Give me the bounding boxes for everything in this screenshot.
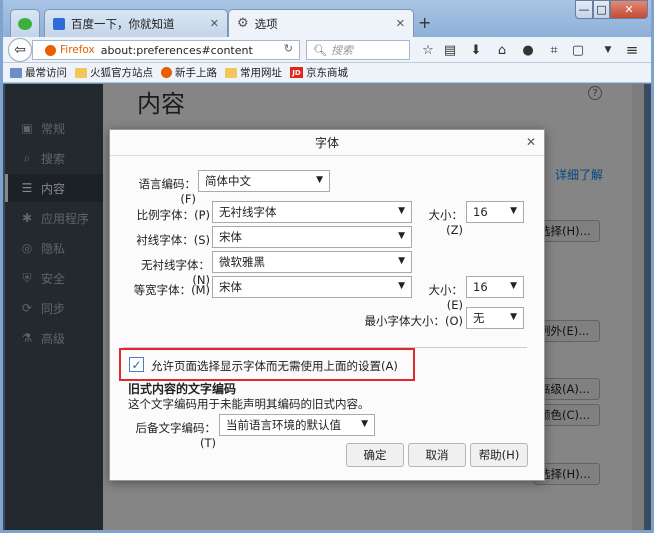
cancel-button[interactable]: 取消: [408, 443, 466, 467]
menu-icon[interactable]: ≡: [622, 40, 642, 60]
mono-value: 宋体: [219, 280, 242, 294]
encoding-select[interactable]: 简体中文 ▼: [198, 170, 330, 192]
size-value: 16: [473, 205, 488, 219]
bookmark-most-visited[interactable]: 最常访问: [10, 65, 67, 80]
folder-icon: [75, 67, 87, 78]
serif-label: 衬线字体：(S): [136, 233, 210, 247]
min-size-label: 最小字体大小：(O): [364, 314, 463, 328]
bookmark-star-icon[interactable]: ☆: [418, 40, 438, 60]
dropdown-arrow-icon: ▼: [398, 281, 405, 291]
dialog-title: 字体: [110, 130, 544, 156]
size-label-2: 大小：(E): [428, 283, 464, 312]
chat-icon[interactable]: ●: [518, 40, 538, 60]
bookmark-firefox-site[interactable]: 火狐官方站点: [75, 65, 153, 80]
bookmark-label: 最常访问: [25, 67, 67, 79]
folder-icon: [225, 67, 237, 78]
fallback-label: 后备文字编码：(T): [135, 421, 217, 450]
reload-icon[interactable]: ↻: [284, 42, 293, 55]
dropdown-arrow-icon: ▼: [361, 419, 368, 429]
search-placeholder: 搜索: [330, 44, 353, 57]
legacy-encoding-description: 这个文字编码用于未能声明其编码的旧式内容。: [128, 397, 370, 411]
fallback-value: 当前语言环境的默认值: [226, 418, 341, 432]
wechat-icon: [18, 17, 32, 30]
pinned-tab[interactable]: [10, 9, 40, 37]
close-window-button[interactable]: ✕: [610, 0, 648, 19]
dropdown-arrow-icon: ▼: [398, 231, 405, 241]
size-select[interactable]: 16 ▼: [466, 201, 524, 223]
tab-options[interactable]: ⚙ 选项 ✕: [228, 9, 414, 37]
search-icon: 🔍︎: [313, 43, 327, 57]
home-icon[interactable]: ⌂: [492, 40, 512, 60]
search-input[interactable]: 🔍︎ 搜索: [306, 40, 410, 60]
dropdown-arrow-icon: ▼: [510, 312, 517, 322]
dropdown-arrow-icon: ▼: [510, 206, 517, 216]
bookmark-common-sites[interactable]: 常用网址: [225, 65, 282, 80]
dropdown-icon[interactable]: ▼: [598, 40, 618, 60]
mono-select[interactable]: 宋体 ▼: [212, 276, 412, 298]
min-size-select[interactable]: 无 ▼: [466, 307, 524, 329]
allow-pages-label[interactable]: 允许页面选择显示字体而无需使用上面的设置(A): [151, 358, 398, 374]
dialog-title-text: 字体: [314, 136, 339, 150]
size-label: 大小：(Z): [428, 208, 464, 237]
bookmark-jd[interactable]: JD 京东商城: [290, 65, 348, 80]
bookmarks-icon: [10, 67, 22, 78]
allow-pages-checkbox[interactable]: ✓: [129, 357, 144, 372]
tab-close-icon[interactable]: ✕: [210, 17, 219, 30]
download-icon[interactable]: ⬇: [466, 40, 486, 60]
bookmark-getting-started[interactable]: 新手上路: [161, 65, 217, 80]
proportional-select[interactable]: 无衬线字体 ▼: [212, 201, 412, 223]
mono-label: 等宽字体：(M): [133, 283, 210, 297]
dropdown-arrow-icon: ▼: [316, 175, 323, 185]
sans-value: 微软雅黑: [219, 255, 265, 269]
proportional-label: 比例字体：(P): [136, 208, 210, 222]
checkmark-icon: ✓: [131, 357, 142, 372]
size-select-2[interactable]: 16 ▼: [466, 276, 524, 298]
mark-icon[interactable]: ▢: [568, 40, 588, 60]
dropdown-arrow-icon: ▼: [398, 206, 405, 216]
identity-label: Firefox: [60, 44, 95, 56]
encoding-value: 简体中文: [205, 174, 251, 188]
sans-select[interactable]: 微软雅黑 ▼: [212, 251, 412, 273]
bookmarks-toolbar: 最常访问 火狐官方站点 新手上路 常用网址 JD 京东商城: [0, 63, 654, 83]
close-icon[interactable]: ✕: [526, 135, 536, 149]
tab-close-icon[interactable]: ✕: [396, 17, 405, 30]
firefox-icon: [161, 67, 172, 78]
tab-baidu[interactable]: 百度一下，你就知道 ✕: [44, 9, 228, 37]
encoding-label: 语言编码：(F): [138, 177, 197, 206]
minimize-button[interactable]: —: [575, 0, 593, 19]
firefox-icon: [45, 44, 56, 56]
ok-button[interactable]: 确定: [346, 443, 404, 467]
min-size-value: 无: [473, 311, 485, 325]
new-tab-button[interactable]: +: [418, 13, 431, 32]
baidu-favicon-icon: [53, 17, 65, 30]
reading-list-icon[interactable]: ▤: [440, 40, 460, 60]
back-arrow-icon: ⇦: [14, 42, 26, 58]
bookmark-label: 火狐官方站点: [90, 67, 153, 79]
serif-value: 宋体: [219, 230, 242, 244]
bookmark-label: 新手上路: [175, 67, 217, 79]
help-button[interactable]: 帮助(H): [470, 443, 528, 467]
jd-logo-icon: JD: [290, 67, 303, 78]
serif-select[interactable]: 宋体 ▼: [212, 226, 412, 248]
fonts-dialog: 字体 ✕ 语言编码：(F) 简体中文 ▼ 比例字体：(P) 无衬线字体 ▼ 大小：(…: [109, 129, 545, 481]
maximize-button[interactable]: □: [593, 0, 610, 19]
tab-label: 选项: [254, 16, 278, 31]
tab-label: 百度一下，你就知道: [71, 16, 175, 31]
back-button[interactable]: ⇦: [8, 38, 32, 62]
dropdown-arrow-icon: ▼: [510, 281, 517, 291]
bookmark-label: 常用网址: [240, 67, 282, 79]
url-bar[interactable]: Firefox about:preferences#content ↻: [32, 40, 300, 60]
fallback-select[interactable]: 当前语言环境的默认值 ▼: [219, 414, 375, 436]
dropdown-arrow-icon: ▼: [398, 256, 405, 266]
proportional-value: 无衬线字体: [219, 205, 277, 219]
bookmark-label: 京东商城: [306, 67, 348, 79]
gear-icon: ⚙: [237, 16, 249, 31]
legacy-encoding-heading: 旧式内容的文字编码: [128, 382, 237, 396]
url-text: about:preferences#content: [100, 43, 253, 57]
screenshot-icon[interactable]: ⌗: [544, 40, 564, 60]
size-value: 16: [473, 280, 488, 294]
